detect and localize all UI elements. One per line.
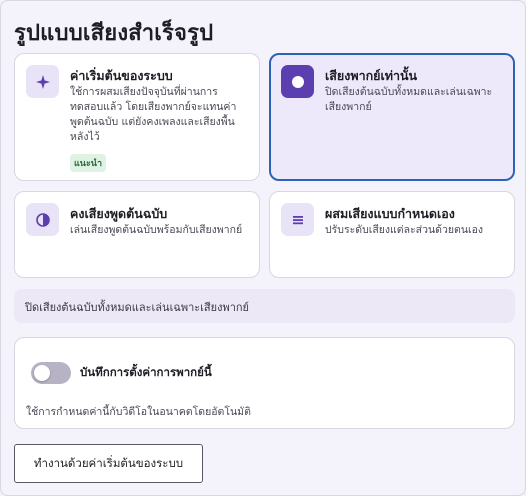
save-setting-section: บันทึกการตั้งค่าการพากย์นี้ ใช้การกำหนดค… (14, 337, 515, 429)
page-title: รูปแบบเสียงสำเร็จรูป (14, 21, 214, 46)
preset-description: ใช้การผสมเสียงปัจจุบันที่ผ่านการทดสอบแล้… (70, 86, 237, 143)
preset-panel: รูปแบบเสียงสำเร็จรูป ค่าเริ่มต้นของระบบ … (0, 0, 526, 496)
preset-card-keep-original[interactable]: คงเสียงพูดต้นฉบับ เล่นเสียงพูดต้นฉบับพร้… (14, 191, 260, 278)
preset-card-default[interactable]: ค่าเริ่มต้นของระบบ ใช้การผสมเสียงปัจจุบั… (14, 53, 260, 181)
record-circle-icon (281, 65, 314, 98)
preset-title: ผสมเสียงแบบกำหนดเอง (325, 206, 455, 221)
use-default-button[interactable]: ทำงานด้วยค่าเริ่มต้นของระบบ (14, 444, 203, 483)
half-circle-icon (26, 203, 59, 236)
sparkle-icon (26, 65, 59, 98)
preset-description: ปรับระดับเสียงแต่ละส่วนด้วยตนเอง (325, 224, 484, 236)
preset-description: ปิดเสียงต้นฉบับทั้งหมดและเล่นเฉพาะเสียงพ… (325, 86, 493, 113)
preset-card-dub-only[interactable]: เสียงพากย์เท่านั้น ปิดเสียงต้นฉบับทั้งหม… (269, 53, 515, 181)
save-setting-label: บันทึกการตั้งค่าการพากย์นี้ (80, 365, 212, 379)
toggle-knob (34, 365, 50, 381)
save-setting-toggle[interactable] (31, 362, 71, 384)
preset-card-custom[interactable]: ผสมเสียงแบบกำหนดเอง ปรับระดับเสียงแต่ละส… (269, 191, 515, 278)
preset-title: เสียงพากย์เท่านั้น (325, 68, 418, 83)
sliders-icon (281, 203, 314, 236)
preset-description: เล่นเสียงพูดต้นฉบับพร้อมกับเสียงพากย์ (70, 224, 243, 236)
preset-title: คงเสียงพูดต้นฉบับ (70, 206, 168, 221)
recommended-badge: แนะนำ (70, 154, 106, 172)
preset-title: ค่าเริ่มต้นของระบบ (70, 68, 173, 83)
save-setting-help: ใช้การกำหนดค่านี้กับวิดีโอในอนาคตโดยอัตโ… (26, 406, 251, 418)
selected-preset-summary: ปิดเสียงต้นฉบับทั้งหมดและเล่นเฉพาะเสียงพ… (14, 289, 515, 323)
